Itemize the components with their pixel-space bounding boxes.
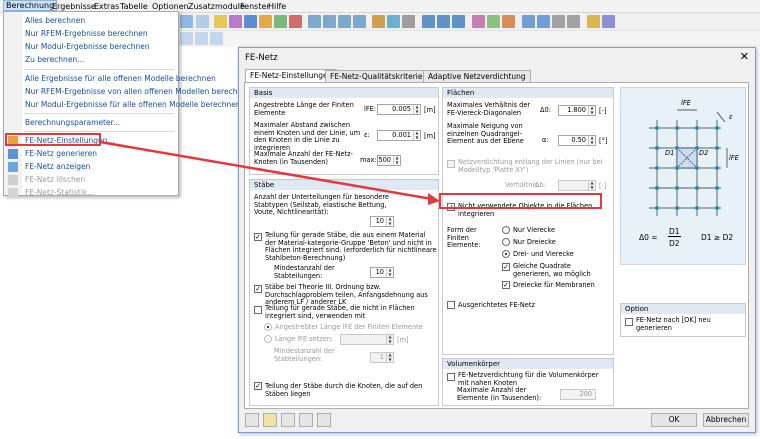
annotation-arrow — [99, 140, 440, 205]
